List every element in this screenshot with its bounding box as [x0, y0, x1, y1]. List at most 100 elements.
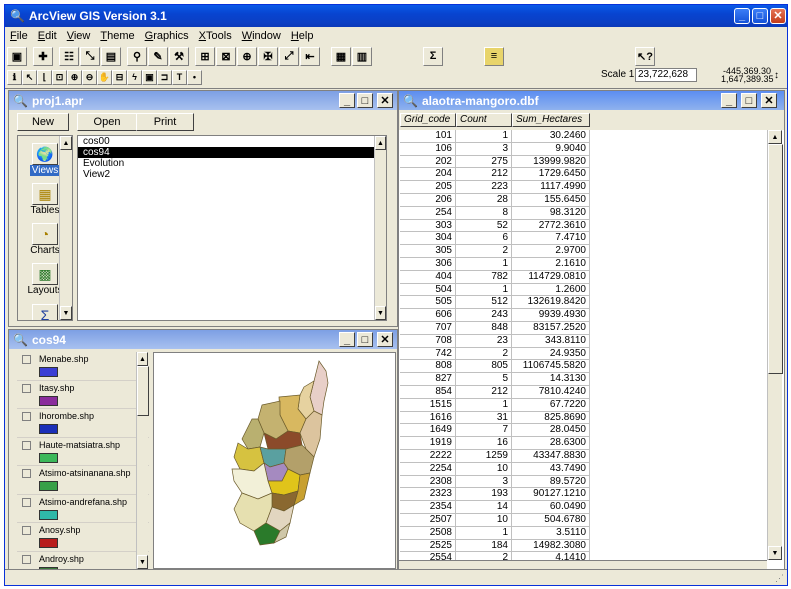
table-row[interactable]: 504 1 1.2600 — [400, 283, 590, 297]
table-cell[interactable]: 16 — [456, 437, 512, 450]
menu-edit[interactable]: Edit — [33, 30, 62, 42]
table-minimize-button[interactable]: _ — [721, 93, 737, 108]
table-cell[interactable]: 2508 — [400, 526, 456, 540]
table-cell[interactable]: 5 — [456, 373, 512, 386]
table-maximize-button[interactable]: □ — [741, 93, 757, 108]
visibility-checkbox[interactable] — [22, 383, 31, 393]
table-row[interactable]: 1616 31 825.8690 — [400, 411, 590, 425]
scroll-up-icon[interactable]: ▲ — [375, 136, 386, 150]
table-cell[interactable]: 52 — [456, 219, 512, 233]
table-row[interactable]: 808 805 1106745.5820 — [400, 360, 590, 374]
pan-icon[interactable]: ✋ — [97, 69, 112, 85]
legend-scrollbar[interactable]: ▲ ▼ — [136, 352, 149, 569]
table-cell[interactable]: 1919 — [400, 437, 456, 450]
table-cell[interactable]: 30.2460 — [512, 130, 590, 143]
table-cell[interactable]: 243 — [456, 309, 512, 322]
layout-icon[interactable]: ▦ — [331, 46, 351, 66]
maximize-button[interactable]: □ — [752, 8, 768, 24]
scroll-up-icon[interactable]: ▲ — [137, 352, 148, 366]
table-row[interactable]: 202 275 13999.9820 — [400, 155, 590, 169]
build-query-icon[interactable]: ⊞ — [195, 46, 215, 66]
table-cell[interactable]: 223 — [456, 181, 512, 194]
table-cell[interactable]: 1649 — [400, 424, 456, 438]
table-cell[interactable]: 2507 — [400, 513, 456, 527]
table-cell[interactable]: 808 — [400, 360, 456, 374]
open-button[interactable]: Open — [77, 113, 137, 131]
table-cell[interactable]: 28 — [456, 193, 512, 207]
table-row[interactable]: 206 28 155.6450 — [400, 193, 590, 207]
table-cell[interactable]: 404 — [400, 270, 456, 284]
table-row[interactable]: 106 3 9.9040 — [400, 142, 590, 156]
table-row[interactable]: 854 212 7810.4240 — [400, 385, 590, 399]
table-cell[interactable]: 2.1610 — [512, 257, 590, 271]
visibility-checkbox[interactable] — [22, 526, 31, 535]
add-theme-icon[interactable]: ✚ — [33, 46, 53, 66]
table-row[interactable]: 2508 1 3.5110 — [400, 526, 590, 540]
table-cell[interactable]: 212 — [456, 385, 512, 399]
sidebar-scrollbar[interactable]: ▲ ▼ — [59, 136, 72, 320]
table-cell[interactable]: 9939.4930 — [512, 309, 590, 322]
scroll-thumb[interactable] — [137, 366, 149, 416]
menu-theme[interactable]: Theme — [95, 30, 139, 42]
table-cell[interactable]: 67.7220 — [512, 398, 590, 412]
table-cell[interactable]: 7.4710 — [512, 232, 590, 246]
legend-item[interactable]: Haute-matsiatra.shp — [17, 438, 149, 466]
visibility-checkbox[interactable] — [22, 497, 31, 507]
column-header-count[interactable]: Count — [456, 113, 512, 127]
scroll-down-icon[interactable]: ▼ — [137, 555, 148, 569]
project-close-button[interactable]: ✕ — [377, 93, 393, 108]
identify-icon[interactable]: ℹ — [7, 69, 22, 85]
table-cell[interactable]: 204 — [400, 168, 456, 182]
table-cell[interactable]: 10 — [456, 462, 512, 476]
table-row[interactable]: 303 52 2772.3610 — [400, 219, 590, 233]
select-features-icon[interactable]: ⊠ — [216, 46, 236, 66]
edit-legend-icon[interactable]: ⤡ — [80, 46, 100, 66]
table-cell[interactable]: 805 — [456, 360, 512, 374]
scroll-up-icon[interactable]: ▲ — [60, 136, 72, 150]
table-cell[interactable]: 28.6300 — [512, 437, 590, 450]
scroll-thumb[interactable] — [768, 144, 783, 374]
legend-item[interactable]: Ihorombe.shp — [17, 409, 149, 438]
table-cell[interactable]: 98.3120 — [512, 206, 590, 220]
legend-item[interactable]: Menabe.shp — [17, 352, 149, 381]
table-row[interactable]: 205 223 1117.4990 — [400, 181, 590, 194]
table-row[interactable]: 827 5 14.3130 — [400, 373, 590, 386]
table-row[interactable]: 606 243 9939.4930 — [400, 309, 590, 322]
table-cell[interactable]: 14.3130 — [512, 373, 590, 386]
table-row[interactable]: 2222 1259 43347.8830 — [400, 449, 590, 463]
table-cell[interactable]: 3 — [456, 142, 512, 156]
table-cell[interactable]: 2 — [456, 245, 512, 258]
text-icon[interactable]: T — [172, 69, 187, 85]
menu-graphics[interactable]: Graphics — [140, 30, 194, 42]
script-icon[interactable]: ≡ — [484, 46, 504, 66]
table-cell[interactable]: 7810.4240 — [512, 385, 590, 399]
app-title-bar[interactable]: 🔍 ArcView GIS Version 3.1 — [5, 5, 787, 27]
zoom-selected-icon[interactable]: ✠ — [258, 46, 278, 66]
table-cell[interactable]: 2254 — [400, 462, 456, 476]
visibility-checkbox[interactable] — [22, 440, 31, 450]
minimize-button[interactable]: _ — [734, 8, 750, 24]
table-cell[interactable]: 1259 — [456, 449, 512, 463]
table-cell[interactable]: 101 — [400, 130, 456, 143]
table-cell[interactable]: 28.0450 — [512, 424, 590, 438]
visibility-checkbox[interactable] — [22, 469, 31, 478]
select-feature-icon[interactable]: ⊡ — [52, 69, 67, 85]
table-cell[interactable]: 1 — [456, 526, 512, 540]
table-cell[interactable]: 1 — [456, 283, 512, 297]
scroll-up-icon[interactable]: ▲ — [768, 130, 782, 144]
table-row[interactable]: 505 512 132619.8420 — [400, 296, 590, 310]
table-cell[interactable]: 825.8690 — [512, 411, 590, 425]
table-cell[interactable]: 114729.0810 — [512, 270, 590, 284]
scroll-down-icon[interactable]: ▼ — [60, 306, 72, 320]
scale-input[interactable]: 23,722,628 — [635, 68, 697, 82]
legend-item[interactable]: Anosy.shp — [17, 523, 149, 552]
table-cell[interactable]: 14982.3080 — [512, 539, 590, 553]
zoom-in-icon[interactable]: ⊕ — [67, 69, 82, 85]
menu-view[interactable]: View — [62, 30, 96, 42]
list-item[interactable]: Evolution — [78, 158, 386, 169]
table-row[interactable]: 1649 7 28.0450 — [400, 424, 590, 438]
table-cell[interactable]: 83157.2520 — [512, 321, 590, 335]
hotlink-icon[interactable]: ϟ — [127, 69, 142, 85]
table-cell[interactable]: 7 — [456, 424, 512, 438]
promote-icon[interactable]: ⇤ — [300, 46, 320, 66]
